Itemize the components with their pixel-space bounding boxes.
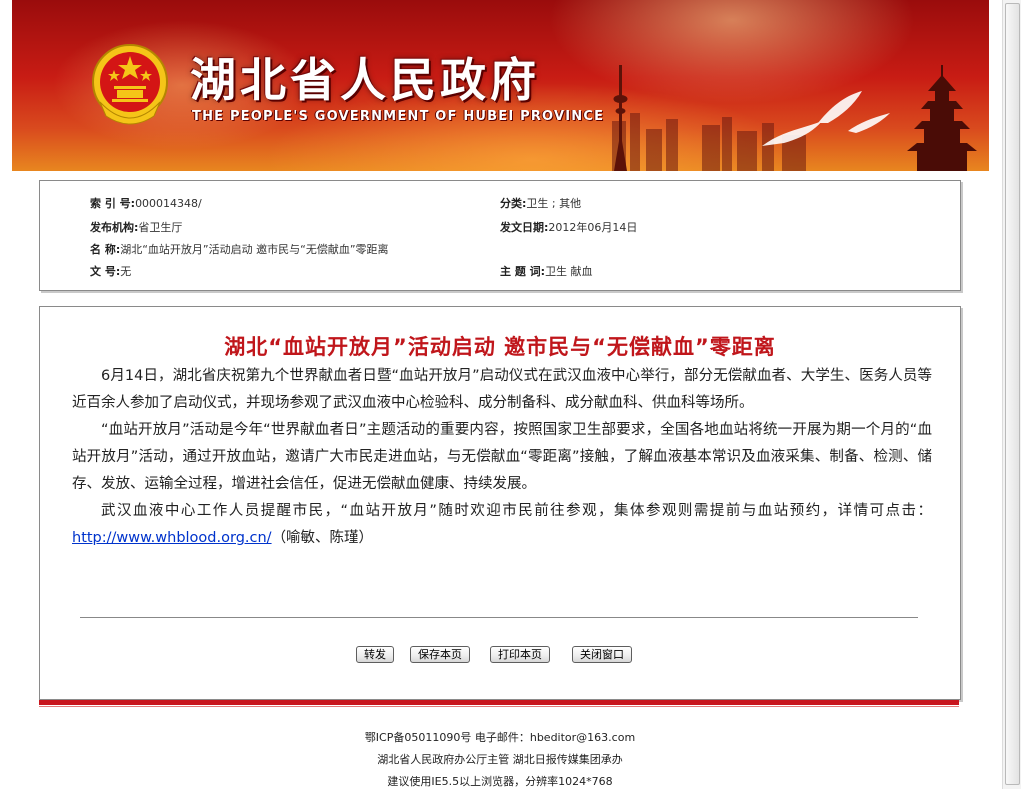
info-docno-label: 文 号: [90, 265, 121, 278]
article-author: （喻敏、陈瑾） [271, 530, 374, 546]
info-category: 分类:卫生 ; 其他 [500, 195, 581, 211]
close-window-button[interactable]: 关闭窗口 [572, 646, 632, 663]
info-date: 发文日期:2012年06月14日 [500, 219, 637, 235]
site-title-cn: 湖北省人民政府 [190, 53, 540, 107]
blood-center-link[interactable]: http://www.whblood.org.cn/ [72, 530, 272, 546]
info-index: 索 引 号:000014348/ [90, 195, 202, 211]
forward-button[interactable]: 转发 [356, 646, 394, 663]
footer-red-rule-thin [39, 706, 959, 707]
info-name-value: 湖北“血站开放月”活动启动 邀市民与“无偿献血”零距离 [120, 243, 389, 256]
document-info-box: 索 引 号:000014348/ 分类:卫生 ; 其他 发布机构:省卫生厅 发文… [39, 180, 961, 291]
info-docno-value: 无 [120, 265, 132, 278]
article-paragraph-3-text: 武汉血液中心工作人员提醒市民，“血站开放月”随时欢迎市民前往参观，集体参观则需提… [101, 503, 932, 519]
footer-icp-email: 鄂ICP备05011090号 电子邮件：hbeditor@163.com [364, 731, 636, 744]
page-footer: 鄂ICP备05011090号 电子邮件：hbeditor@163.com 湖北省… [0, 727, 1000, 793]
info-publisher-value: 省卫生厅 [138, 221, 183, 234]
footer-organizer: 湖北省人民政府办公厅主管 湖北日报传媒集团承办 [377, 753, 623, 766]
info-keywords-label: 主 题 词: [500, 265, 546, 278]
info-category-label: 分类: [500, 197, 527, 210]
info-name: 名 称:湖北“血站开放月”活动启动 邀市民与“无偿献血”零距离 [90, 241, 389, 257]
city-skyline-illustration [612, 65, 977, 171]
footer-browser-note: 建议使用IE5.5以上浏览器，分辨率1024*768 [387, 775, 613, 788]
article-paragraph: “血站开放月”活动是今年“世界献血者日”主题活动的重要内容，按照国家卫生部要求，… [72, 422, 932, 492]
article-paragraph: 6月14日，湖北省庆祝第九个世界献血者日暨“血站开放月”启动仪式在武汉血液中心举… [72, 368, 932, 411]
save-page-button[interactable]: 保存本页 [410, 646, 470, 663]
site-banner: 湖北省人民政府 THE PEOPLE'S GOVERNMENT OF HUBEI… [12, 0, 989, 171]
info-category-value: 卫生 ; 其他 [526, 197, 582, 210]
footer-red-rule [39, 700, 959, 705]
national-emblem-icon [92, 44, 168, 125]
info-docno: 文 号:无 [90, 263, 131, 279]
article-title: 湖北“血站开放月”活动启动 邀市民与“无偿献血”零距离 [224, 335, 776, 359]
info-index-value: 000014348/ [135, 197, 202, 210]
article-divider [80, 617, 918, 618]
site-title-en: THE PEOPLE'S GOVERNMENT OF HUBEI PROVINC… [192, 109, 605, 124]
info-keywords: 主 题 词:卫生 献血 [500, 263, 593, 279]
info-publisher: 发布机构:省卫生厅 [90, 219, 182, 235]
info-date-label: 发文日期: [500, 221, 549, 234]
article-paragraph-3: 武汉血液中心工作人员提醒市民，“血站开放月”随时欢迎市民前往参观，集体参观则需提… [72, 498, 932, 552]
info-date-value: 2012年06月14日 [548, 221, 638, 234]
scrollbar-thumb[interactable] [1005, 3, 1020, 785]
article-container: 湖北“血站开放月”活动启动 邀市民与“无偿献血”零距离 6月14日，湖北省庆祝第… [39, 306, 961, 700]
article-body: 6月14日，湖北省庆祝第九个世界献血者日暨“血站开放月”启动仪式在武汉血液中心举… [72, 363, 932, 552]
info-keywords-value: 卫生 献血 [545, 265, 593, 278]
info-index-label: 索 引 号: [90, 197, 136, 210]
print-page-button[interactable]: 打印本页 [490, 646, 550, 663]
info-name-label: 名 称: [90, 243, 121, 256]
vertical-scrollbar[interactable] [1002, 0, 1021, 789]
info-publisher-label: 发布机构: [90, 221, 139, 234]
